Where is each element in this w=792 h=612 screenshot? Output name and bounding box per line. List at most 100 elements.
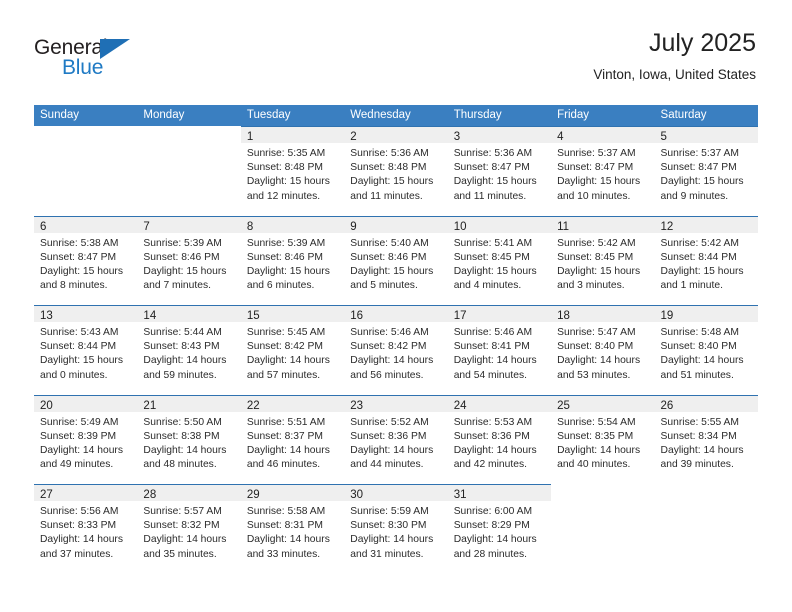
location-subtitle: Vinton, Iowa, United States [593, 67, 756, 82]
daylight-text-line2: and 44 minutes. [350, 459, 424, 471]
day-details: Sunrise: 5:46 AM Sunset: 8:42 PM Daylight:… [344, 322, 447, 383]
day-cell-19[interactable]: 19 Sunrise: 5:48 AM Sunset: 8:40 PM Dayligh… [654, 305, 758, 395]
sunset-text: Sunset: 8:42 PM [246, 341, 323, 353]
day-details: Sunrise: 5:56 AM Sunset: 8:33 PM Daylight:… [34, 501, 137, 562]
daylight-text-line2: and 37 minutes. [40, 548, 114, 560]
day-number: 31 [453, 489, 467, 501]
sunrise-text: Sunrise: 5:36 AM [350, 148, 429, 159]
day-cell-20[interactable]: 20 Sunrise: 5:49 AM Sunset: 8:39 PM Dayligh… [34, 394, 138, 484]
day-number: 24 [453, 399, 467, 412]
day-cell-22[interactable]: 22 Sunrise: 5:51 AM Sunset: 8:37 PM Dayligh… [240, 394, 345, 484]
day-cell-2[interactable]: 2 Sunrise: 5:36 AM Sunset: 8:48 PM Daylight… [344, 126, 448, 216]
day-cell-4[interactable]: 4 Sunrise: 5:37 AM Sunset: 8:47 PM Daylight… [551, 126, 655, 216]
day-cell-14[interactable]: 14 Sunrise: 5:44 AM Sunset: 8:43 PM Dayligh… [137, 305, 241, 395]
day-cell-25[interactable]: 25 Sunrise: 5:54 AM Sunset: 8:35 PM Dayligh… [551, 394, 655, 484]
day-cell-1[interactable]: 1 Sunrise: 5:35 AM Sunset: 8:48 PM Daylight… [240, 126, 345, 216]
calendar-week-row: 6 Sunrise: 5:38 AM Sunset: 8:47 PM Daylight… [34, 215, 758, 305]
day-number: 13 [40, 310, 53, 322]
day-cell-17[interactable]: 17 Sunrise: 5:46 AM Sunset: 8:41 PM Dayligh… [447, 305, 552, 395]
day-number: 22 [246, 399, 260, 412]
weekday-header-friday: Friday [557, 109, 590, 121]
sunrise-text: Sunrise: 5:38 AM [40, 237, 119, 249]
daylight-text-line2: and 5 minutes. [350, 280, 418, 292]
daylight-text-line1: Daylight: 15 hours [660, 265, 744, 277]
day-details: Sunrise: 5:43 AM Sunset: 8:44 PM Daylight:… [34, 322, 137, 383]
day-cell-3[interactable]: 3 Sunrise: 5:36 AM Sunset: 8:47 PM Daylight… [447, 126, 552, 216]
sunset-text: Sunset: 8:44 PM [660, 251, 737, 263]
sunset-text: Sunset: 8:46 PM [143, 251, 220, 263]
day-cell-10[interactable]: 10 Sunrise: 5:41 AM Sunset: 8:45 PM Dayligh… [447, 215, 552, 305]
day-number-band: 26 [654, 394, 758, 412]
day-details: Sunrise: 5:36 AM Sunset: 8:47 PM Daylight:… [448, 143, 551, 204]
day-number: 4 [557, 131, 564, 143]
day-number: 23 [350, 399, 364, 412]
day-cell-21[interactable]: 21 Sunrise: 5:50 AM Sunset: 8:38 PM Dayligh… [137, 394, 241, 484]
day-number: 27 [40, 489, 53, 501]
day-number-band: 20 [34, 394, 138, 412]
calendar-week-row: 20 Sunrise: 5:49 AM Sunset: 8:39 PM Dayligh… [34, 394, 758, 484]
sunset-text: Sunset: 8:46 PM [350, 251, 427, 263]
day-number-band: 31 [447, 484, 552, 501]
day-number: 12 [660, 220, 674, 233]
sunset-text: Sunset: 8:35 PM [557, 430, 634, 442]
daylight-text-line2: and 8 minutes. [40, 280, 108, 292]
day-cell-7[interactable]: 7 Sunrise: 5:39 AM Sunset: 8:46 PM Daylight… [137, 215, 241, 305]
day-cell-12[interactable]: 12 Sunrise: 5:42 AM Sunset: 8:44 PM Dayligh… [654, 215, 758, 305]
day-cell-5[interactable]: 5 Sunrise: 5:37 AM Sunset: 8:47 PM Daylight… [654, 126, 758, 216]
day-cell-9[interactable]: 9 Sunrise: 5:40 AM Sunset: 8:46 PM Daylight… [344, 215, 448, 305]
day-cell-23[interactable]: 23 Sunrise: 5:52 AM Sunset: 8:36 PM Dayligh… [344, 394, 448, 484]
day-number-band: 17 [447, 305, 552, 322]
day-number: 21 [143, 399, 157, 412]
day-cell-26[interactable]: 26 Sunrise: 5:55 AM Sunset: 8:34 PM Dayligh… [654, 394, 758, 484]
day-cell-empty [654, 484, 758, 574]
daylight-text-line1: Daylight: 14 hours [246, 534, 330, 546]
day-cell-6[interactable]: 6 Sunrise: 5:38 AM Sunset: 8:47 PM Daylight… [34, 215, 138, 305]
day-cell-24[interactable]: 24 Sunrise: 5:53 AM Sunset: 8:36 PM Dayligh… [447, 394, 552, 484]
daylight-text-line1: Daylight: 15 hours [453, 265, 537, 277]
weekday-header-tuesday: Tuesday [246, 109, 291, 121]
day-number: 28 [143, 489, 157, 501]
day-number: 15 [246, 310, 260, 322]
day-details: Sunrise: 5:35 AM Sunset: 8:48 PM Daylight:… [241, 143, 344, 204]
day-details: Sunrise: 5:42 AM Sunset: 8:45 PM Daylight:… [551, 233, 654, 294]
calendar-week-row: 1 Sunrise: 5:35 AM Sunset: 8:48 PM Daylight… [34, 126, 758, 216]
day-number-band [34, 126, 137, 143]
daylight-text-line1: Daylight: 15 hours [350, 265, 434, 277]
day-cell-31[interactable]: 31 Sunrise: 6:00 AM Sunset: 8:29 PM Dayligh… [447, 484, 552, 574]
day-cell-11[interactable]: 11 Sunrise: 5:42 AM Sunset: 8:45 PM Dayligh… [551, 215, 655, 305]
sunrise-text: Sunrise: 5:57 AM [143, 506, 222, 517]
logo-triangle-icon [100, 39, 130, 59]
daylight-text-line2: and 9 minutes. [660, 190, 729, 202]
day-details: Sunrise: 5:39 AM Sunset: 8:46 PM Daylight:… [137, 233, 240, 294]
day-cell-27[interactable]: 27 Sunrise: 5:56 AM Sunset: 8:33 PM Dayligh… [34, 484, 138, 574]
day-number: 14 [143, 310, 157, 322]
day-details: Sunrise: 5:38 AM Sunset: 8:47 PM Daylight:… [34, 233, 137, 294]
weekday-header-row: Sunday Monday Tuesday Wednesday Thursday Frid… [34, 105, 758, 126]
day-number-band: 16 [344, 305, 448, 322]
weekday-header-wednesday: Wednesday [350, 109, 411, 121]
daylight-text-line2: and 51 minutes. [660, 369, 734, 381]
day-number-band: 25 [551, 394, 655, 412]
day-cell-28[interactable]: 28 Sunrise: 5:57 AM Sunset: 8:32 PM Dayligh… [137, 484, 241, 574]
day-cell-29[interactable]: 29 Sunrise: 5:58 AM Sunset: 8:31 PM Dayligh… [240, 484, 345, 574]
day-number: 5 [660, 131, 667, 143]
day-cell-13[interactable]: 13 Sunrise: 5:43 AM Sunset: 8:44 PM Dayligh… [34, 305, 138, 395]
day-details: Sunrise: 5:37 AM Sunset: 8:47 PM Daylight:… [655, 143, 758, 204]
daylight-text-line1: Daylight: 14 hours [557, 444, 641, 456]
day-number-band: 4 [551, 126, 655, 143]
sunset-text: Sunset: 8:30 PM [350, 520, 427, 532]
day-cell-18[interactable]: 18 Sunrise: 5:47 AM Sunset: 8:40 PM Dayligh… [551, 305, 655, 395]
day-number: 17 [453, 310, 467, 322]
day-cell-16[interactable]: 16 Sunrise: 5:46 AM Sunset: 8:42 PM Dayligh… [344, 305, 448, 395]
day-number-band: 9 [344, 215, 448, 233]
day-number-band: 5 [654, 126, 758, 143]
day-cell-15[interactable]: 15 Sunrise: 5:45 AM Sunset: 8:42 PM Dayligh… [240, 305, 345, 395]
day-details: Sunrise: 5:37 AM Sunset: 8:47 PM Daylight:… [551, 143, 654, 204]
sunrise-text: Sunrise: 5:54 AM [557, 416, 636, 428]
weekday-header-sunday: Sunday [40, 109, 80, 121]
daylight-text-line1: Daylight: 14 hours [143, 355, 227, 367]
day-number-band: 1 [240, 126, 345, 143]
day-cell-30[interactable]: 30 Sunrise: 5:59 AM Sunset: 8:30 PM Dayligh… [344, 484, 448, 574]
day-number-band: 24 [447, 394, 552, 412]
day-cell-8[interactable]: 8 Sunrise: 5:39 AM Sunset: 8:46 PM Daylight… [240, 215, 345, 305]
